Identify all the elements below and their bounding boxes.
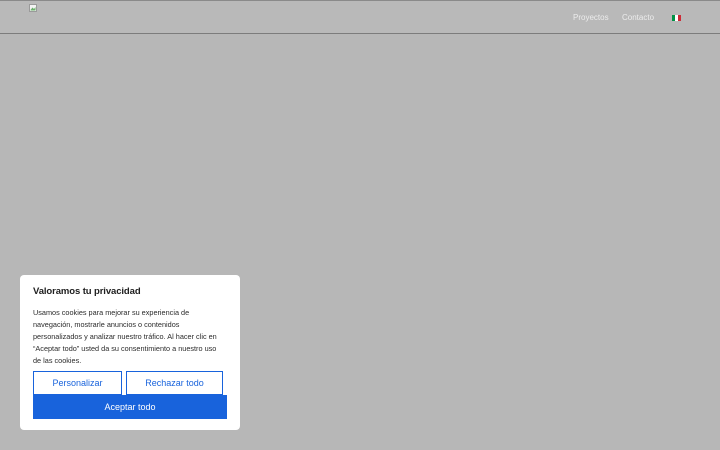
broken-image-icon[interactable] bbox=[29, 4, 37, 12]
cookie-description: Usamos cookies para mejorar su experienc… bbox=[33, 308, 217, 365]
nav-link-contacto[interactable]: Contacto bbox=[622, 13, 654, 22]
customize-button[interactable]: Personalizar bbox=[33, 371, 122, 395]
reject-all-button[interactable]: Rechazar todo bbox=[126, 371, 223, 395]
flag-red-stripe bbox=[678, 15, 681, 21]
cookie-title: Valoramos tu privacidad bbox=[33, 286, 141, 297]
italy-flag-icon[interactable] bbox=[672, 15, 681, 21]
cookie-consent-banner: Valoramos tu privacidad Usamos cookies p… bbox=[20, 275, 240, 430]
cookie-button-row: Personalizar Rechazar todo bbox=[33, 371, 227, 395]
nav-link-proyectos[interactable]: Proyectos bbox=[573, 13, 609, 22]
site-header: Proyectos Contacto bbox=[0, 0, 720, 34]
accept-all-button[interactable]: Aceptar todo bbox=[33, 395, 227, 419]
